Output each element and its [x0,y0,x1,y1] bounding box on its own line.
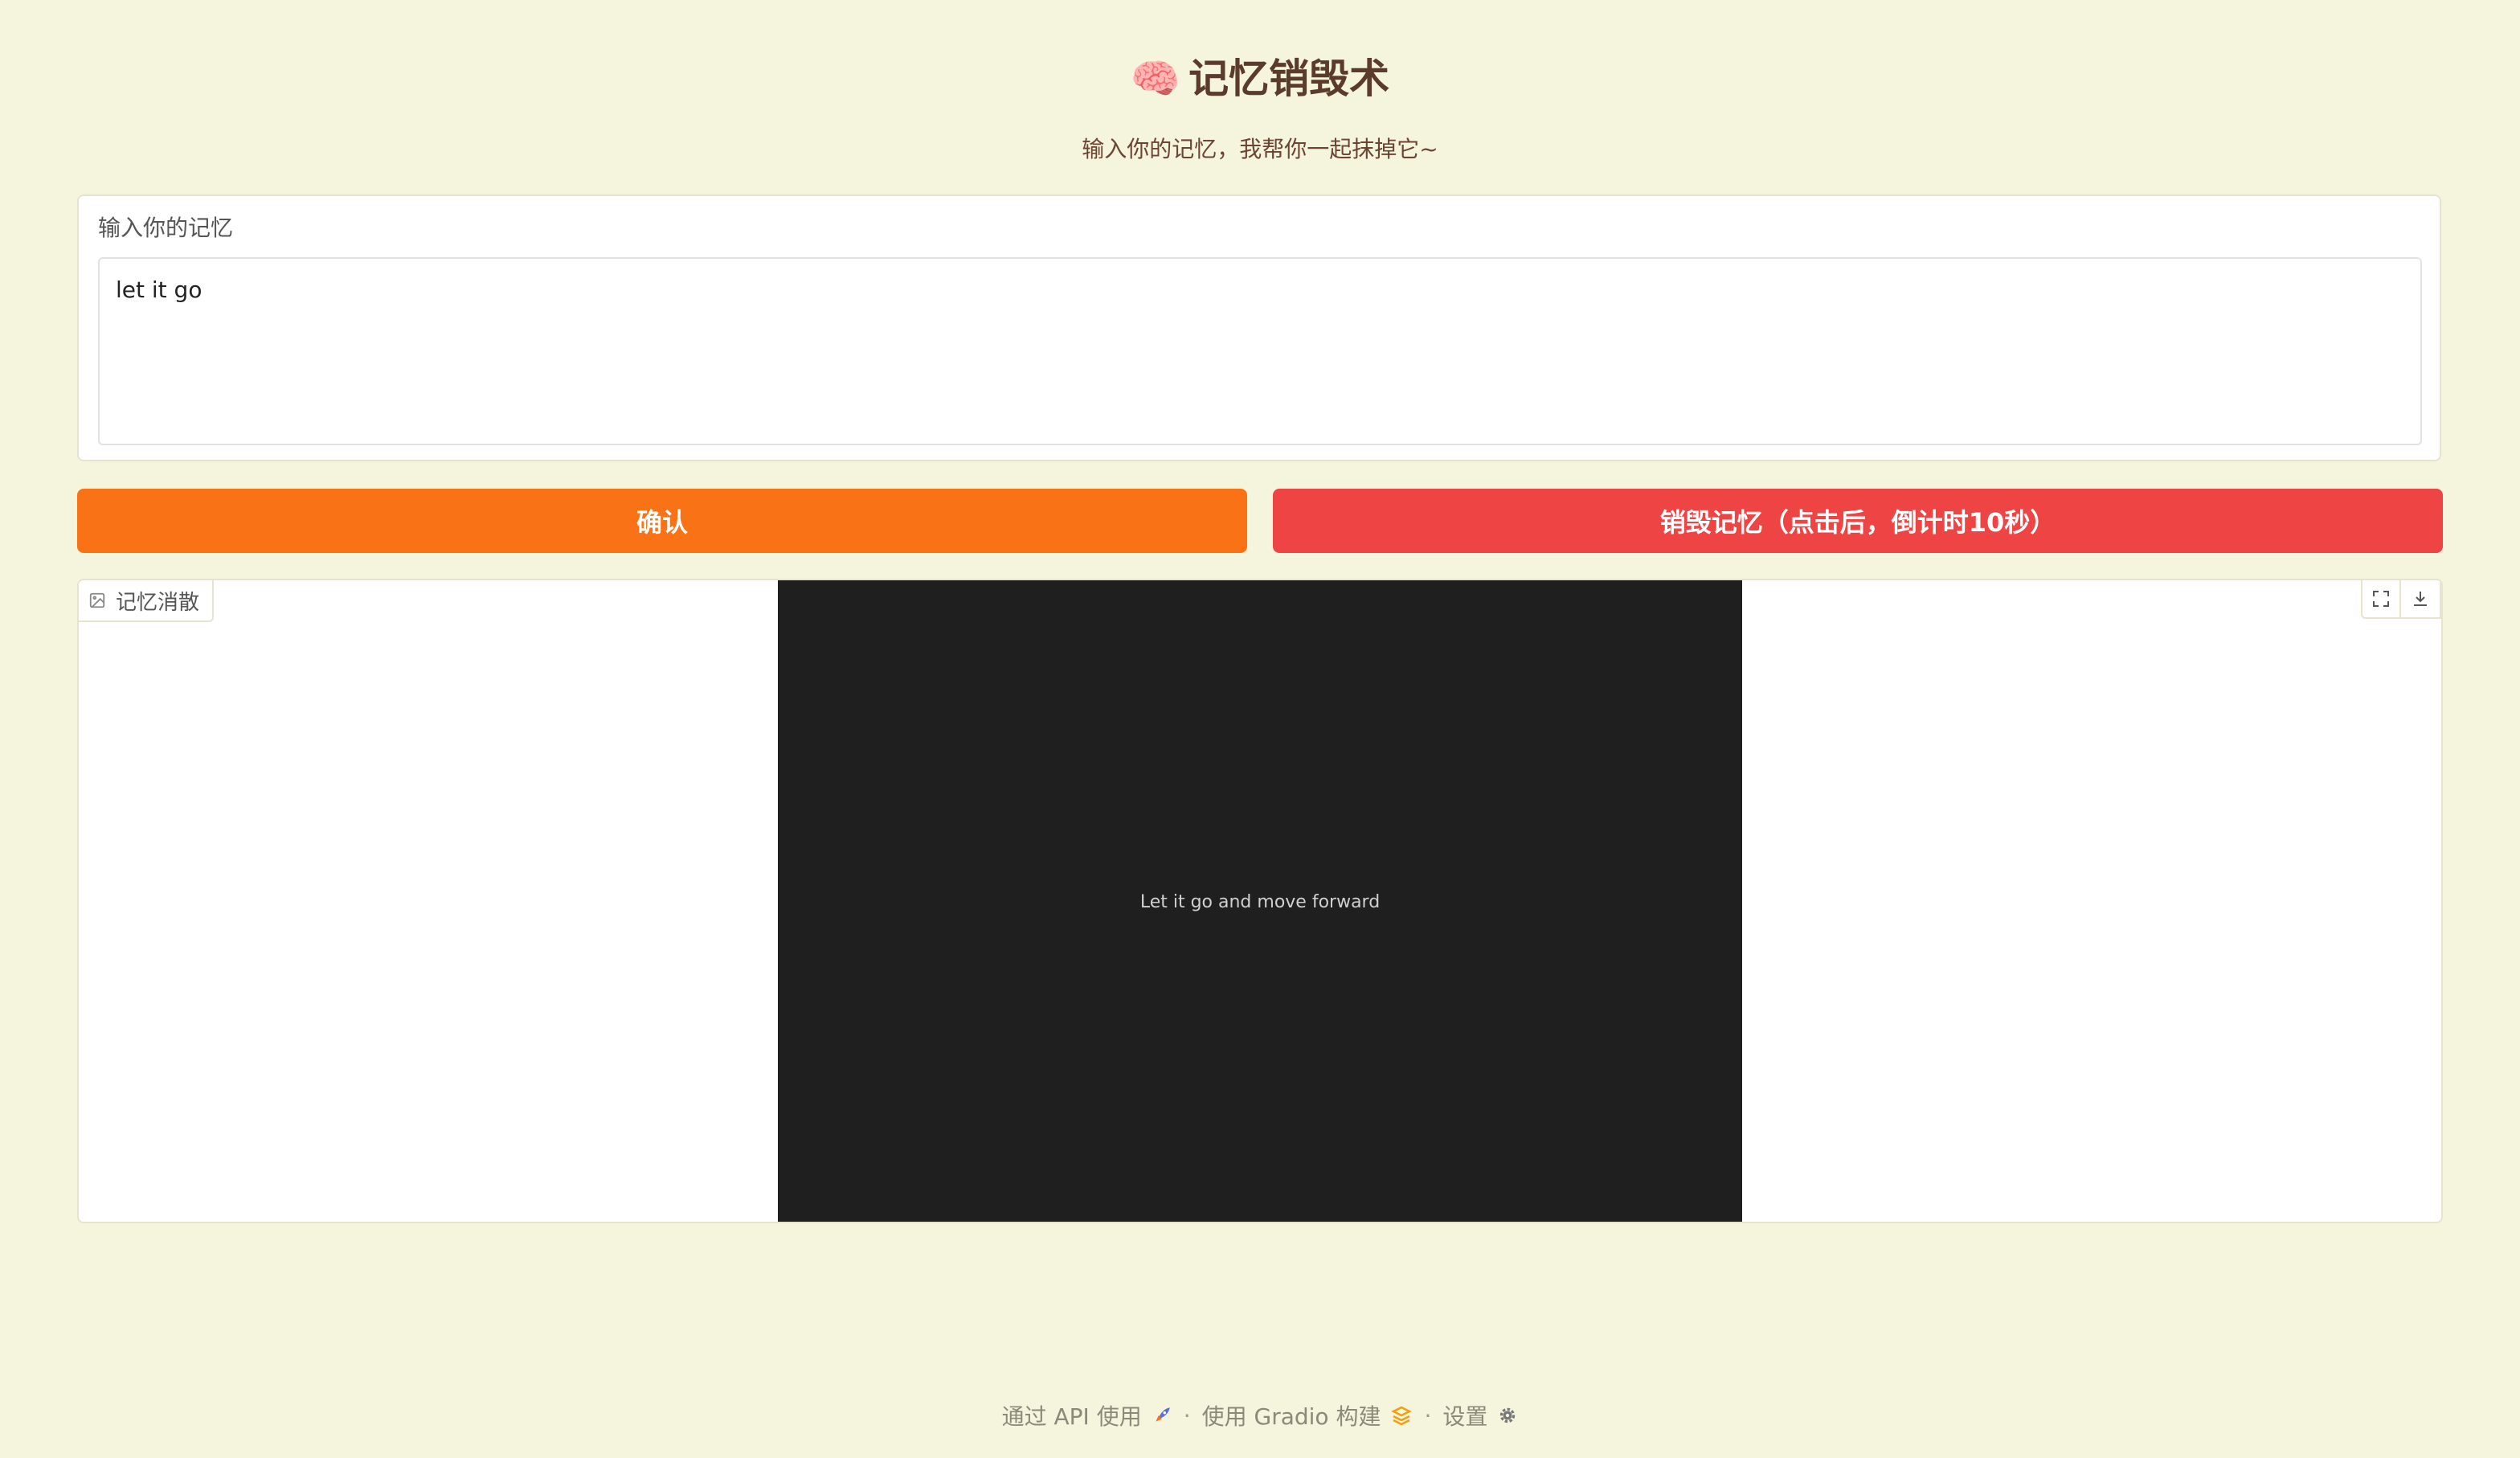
image-output-label-text: 记忆消散 [116,590,200,615]
image-output-label: 记忆消散 [79,580,215,622]
api-link-text: 通过 API 使用 [1001,1403,1142,1430]
api-link[interactable]: 通过 API 使用 [1002,1399,1172,1431]
memory-input-label: 输入你的记忆 [98,215,234,241]
fullscreen-icon [2373,591,2389,607]
footer-separator: · [1424,1402,1432,1429]
page-title: 🧠 记忆销毁术 [0,47,2520,111]
settings-link-text: 设置 [1442,1403,1488,1430]
image-output-block: 记忆消散 Let it go and move forward [77,579,2443,1223]
confirm-button[interactable]: 确认 [77,489,1247,553]
page-title-text: 记忆销毁术 [1188,55,1390,102]
memory-image-text: Let it go and move forward [1139,891,1381,912]
memory-image: Let it go and move forward [778,580,1742,1222]
destroy-memory-button[interactable]: 销毁记忆（点击后，倒计时10秒） [1273,489,2443,553]
image-toolbar [2361,580,2441,619]
memory-input[interactable]: let it go [98,257,2422,445]
gradio-logo-icon [1391,1406,1413,1426]
settings-link[interactable]: 设置 [1442,1399,1518,1431]
footer: 通过 API 使用 · 使用 Gradio 构建 · 设置 [0,1395,2520,1435]
footer-separator: · [1183,1402,1191,1429]
gear-icon [1500,1407,1516,1423]
rocket-icon [1156,1407,1170,1422]
download-icon [2414,592,2427,606]
page-subtitle: 输入你的记忆，我帮你一起抹掉它~ [1082,136,1438,162]
fullscreen-button[interactable] [2361,580,2401,619]
download-button[interactable] [2401,580,2441,619]
memory-input-block: 输入你的记忆 let it go [77,195,2441,461]
image-icon [89,592,105,608]
gradio-link[interactable]: 使用 Gradio 构建 [1202,1399,1413,1431]
brain-icon: 🧠 [1130,55,1181,102]
gradio-link-text: 使用 Gradio 构建 [1201,1403,1381,1430]
